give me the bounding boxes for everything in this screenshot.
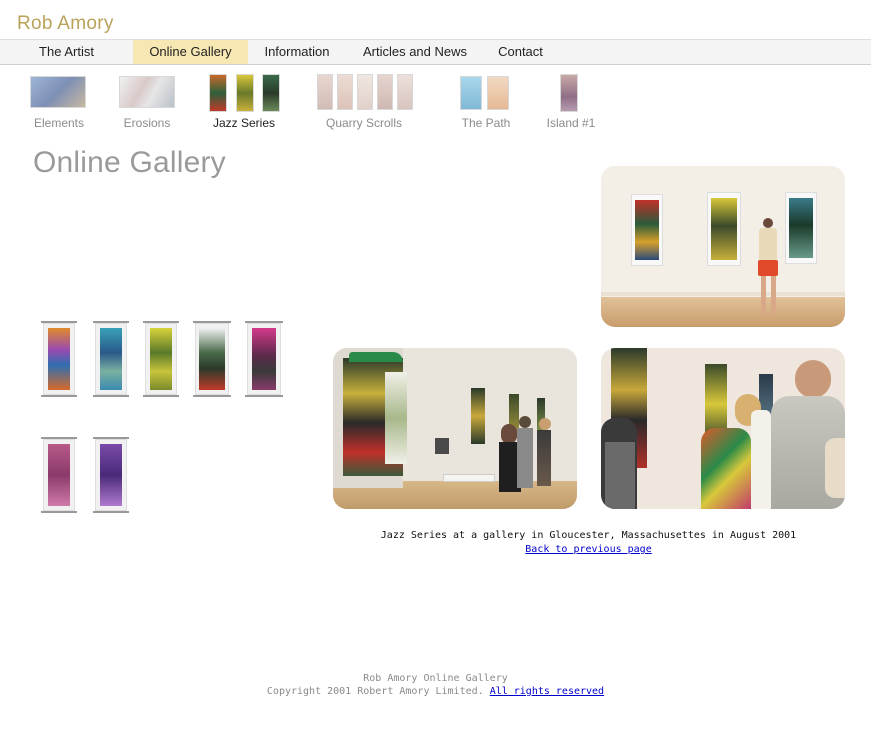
artwork-thumbnail	[262, 74, 280, 112]
artwork-thumbnail	[487, 76, 509, 110]
jazz-scroll-thumbnail[interactable]	[245, 321, 283, 397]
artwork-image	[252, 328, 276, 390]
copyright-text: Copyright 2001 Robert Amory Limited.	[266, 686, 484, 697]
back-link-container: Back to previous page	[333, 544, 844, 555]
jazz-scroll-thumbnail[interactable]	[93, 321, 129, 397]
artwork-thumbnail	[30, 76, 86, 108]
scroll-rod	[41, 511, 77, 513]
footer-site-name: Rob Amory Online Gallery	[363, 673, 508, 684]
series-label-island-1[interactable]: Island #1	[540, 116, 602, 130]
artwork-image	[100, 444, 122, 506]
all-rights-reserved-link[interactable]: All rights reserved	[490, 686, 604, 697]
artwork-thumbnail	[209, 74, 227, 112]
nav-information[interactable]: Information	[248, 40, 346, 64]
gallery-photo-room-conversation	[333, 348, 577, 509]
gallery-photo-wall-visitor	[601, 166, 845, 327]
artwork-image	[48, 328, 70, 390]
nav-the-artist[interactable]: The Artist	[0, 40, 133, 64]
scroll-rod	[193, 395, 231, 397]
artwork-image	[150, 328, 172, 390]
artwork-image	[199, 328, 225, 390]
artwork-thumbnail	[337, 74, 353, 110]
gallery-caption: Jazz Series at a gallery in Gloucester, …	[380, 530, 797, 541]
site-logo-text: Rob Amory	[17, 13, 114, 34]
artwork-thumbnail	[377, 74, 393, 110]
footer-copyright: Copyright 2001 Robert Amory Limited. All…	[0, 686, 871, 697]
jazz-scroll-thumbnail[interactable]	[41, 321, 77, 397]
scroll-rod	[41, 395, 77, 397]
scroll-rod	[245, 395, 283, 397]
artwork-thumbnail	[236, 74, 254, 112]
gallery-photo-visitors-group	[601, 348, 845, 509]
artwork-thumbnail	[317, 74, 333, 110]
artwork-thumbnail	[560, 74, 578, 112]
scroll-rod	[93, 511, 129, 513]
artwork-thumbnail	[397, 74, 413, 110]
scroll-rod	[93, 395, 129, 397]
jazz-scroll-thumbnail[interactable]	[41, 437, 77, 513]
artwork-image	[48, 444, 70, 506]
jazz-scroll-thumbnail[interactable]	[193, 321, 231, 397]
nav-articles-and-news[interactable]: Articles and News	[346, 40, 484, 64]
top-navigation: The Artist Online Gallery Information Ar…	[0, 39, 871, 65]
artwork-thumbnail	[460, 76, 482, 110]
nav-online-gallery[interactable]: Online Gallery	[133, 40, 248, 64]
series-label-elements[interactable]: Elements	[28, 116, 90, 130]
series-label-erosions[interactable]: Erosions	[116, 116, 178, 130]
scroll-rod	[143, 395, 179, 397]
nav-contact[interactable]: Contact	[484, 40, 557, 64]
artwork-thumbnail	[357, 74, 373, 110]
series-label-the-path[interactable]: The Path	[456, 116, 516, 130]
back-to-previous-page-link[interactable]: Back to previous page	[525, 544, 651, 555]
series-label-quarry-scrolls[interactable]: Quarry Scrolls	[314, 116, 414, 130]
page-title: Online Gallery	[33, 146, 226, 179]
series-label-jazz-series[interactable]: Jazz Series	[206, 116, 282, 130]
artwork-image	[100, 328, 122, 390]
artwork-thumbnail	[119, 76, 175, 108]
jazz-scroll-thumbnail[interactable]	[143, 321, 179, 397]
jazz-scroll-thumbnail[interactable]	[93, 437, 129, 513]
